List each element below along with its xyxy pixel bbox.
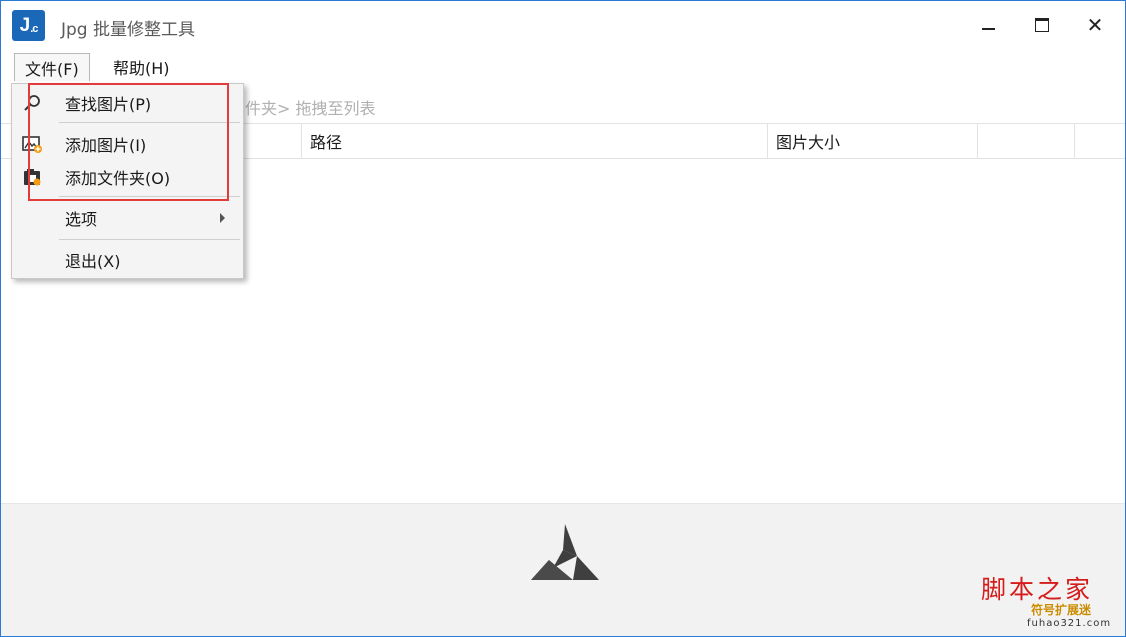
window-title: Jpg 批量修整工具 [61, 20, 195, 40]
submenu-arrow-icon [220, 213, 225, 223]
menu-item-label: 选项 [65, 210, 98, 229]
watermark-url: fuhao321.com [1027, 618, 1112, 629]
menu-item-exit[interactable]: 退出(X) [12, 245, 243, 275]
menu-item-options[interactable]: 选项 [12, 203, 243, 233]
menu-item-add-folder[interactable]: 添加文件夹(O) [12, 162, 243, 192]
footer-panel: 脚本之家 符号扩展迷 fuhao321.com [1, 503, 1125, 636]
add-image-icon [22, 134, 42, 154]
search-icon [22, 93, 42, 113]
drag-hint: 件夹> 拖拽至列表 [245, 99, 376, 118]
menu-item-label: 添加文件夹(O) [65, 169, 171, 188]
menu-item-label: 查找图片(P) [65, 95, 152, 114]
menu-bar: 文件(F) 帮助(H) [1, 49, 1125, 85]
minimize-button[interactable] [973, 11, 1003, 39]
menu-item-add-image[interactable]: 添加图片(I) [12, 129, 243, 159]
title-bar[interactable]: J .c Jpg 批量修整工具 ✕ [1, 1, 1125, 49]
maximize-button[interactable] [1027, 11, 1057, 39]
menu-item-label: 添加图片(I) [65, 136, 147, 155]
menu-separator [59, 196, 240, 197]
menu-item-label: 退出(X) [65, 252, 121, 271]
column-header-blank[interactable] [977, 124, 1074, 158]
maximize-icon [1035, 18, 1049, 32]
logo-suffix: .c [30, 23, 38, 35]
column-header-blank[interactable] [1074, 124, 1125, 158]
brand-triangle-icon [531, 524, 599, 580]
menu-separator [59, 239, 240, 240]
column-header-size[interactable]: 图片大小 [767, 124, 977, 158]
app-logo: J .c [12, 10, 45, 41]
menu-help[interactable]: 帮助(H) [103, 53, 180, 81]
close-icon: ✕ [1086, 13, 1104, 37]
file-menu-dropdown: 查找图片(P) 添加图片(I) 添加文件夹(O) 选项 退出(X) [11, 83, 244, 279]
column-header-path[interactable]: 路径 [301, 124, 767, 158]
menu-item-find-image[interactable]: 查找图片(P) [12, 88, 243, 118]
add-folder-icon [22, 167, 42, 187]
watermark-subtitle: 符号扩展迷 [1031, 603, 1092, 617]
menu-file[interactable]: 文件(F) [14, 53, 90, 81]
logo-letter: J [19, 14, 31, 36]
close-button[interactable]: ✕ [1080, 11, 1110, 39]
menu-separator [59, 122, 240, 123]
minimize-icon [981, 28, 995, 30]
